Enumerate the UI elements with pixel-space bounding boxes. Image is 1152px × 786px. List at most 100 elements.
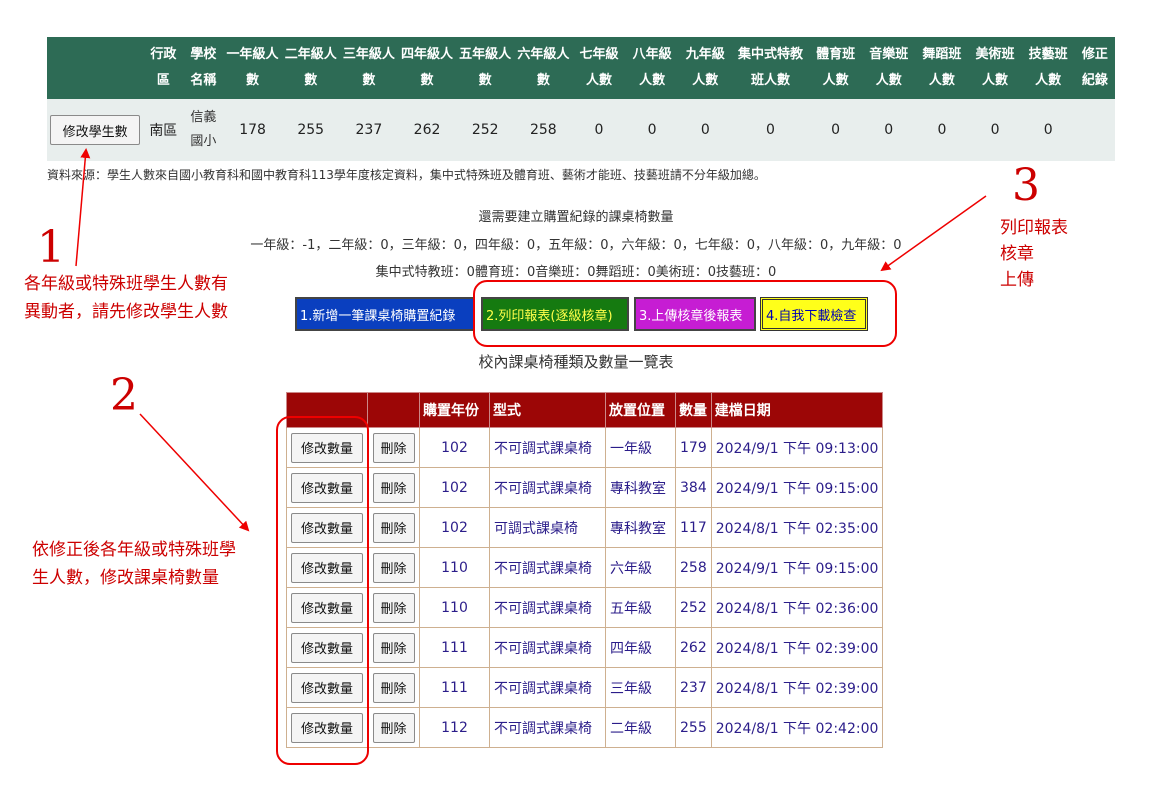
desk-type-cell: 不可調式課桌椅: [489, 427, 606, 468]
summary-header-8: 六年級人數: [514, 37, 573, 99]
delete-cell: 刪除: [367, 427, 420, 468]
created-date-cell: 2024/8/1 下午 02:35:00: [710, 507, 884, 548]
desk-type-cell: 不可調式課桌椅: [489, 467, 606, 508]
annotation-note-3-line-3: 上傳: [1000, 270, 1034, 290]
location-cell: 四年級: [605, 627, 676, 668]
summary-header-18: 修正紀錄: [1074, 37, 1115, 99]
edit-cell: 修改學生數: [47, 99, 144, 161]
annotation-number-2: 2: [110, 370, 138, 421]
location-cell: 三年級: [605, 667, 676, 708]
delete-cell: 刪除: [367, 707, 420, 748]
location-cell: 一年級: [605, 427, 676, 468]
annotation-box-actions: [473, 280, 897, 347]
revision-record-cell: [1074, 99, 1115, 161]
created-date-cell: 2024/8/1 下午 02:39:00: [710, 667, 884, 708]
purchase-year-cell: 111: [419, 627, 490, 668]
student-count-cell: 258: [514, 99, 573, 161]
summary-header-16: 美術班人數: [968, 37, 1022, 99]
summary-header-2: 學校名稱: [183, 37, 224, 99]
edit-student-count-button[interactable]: 修改學生數: [50, 115, 141, 145]
location-cell: 專科教室: [605, 467, 676, 508]
student-count-cell: 0: [915, 99, 969, 161]
desk-header-4: 放置位置: [605, 392, 676, 428]
annotation-number-3: 3: [1012, 160, 1040, 211]
remaining-grade-counts: 一年級：-1，二年級：0，三年級：0，四年級：0，五年級：0，六年級：0，七年級…: [250, 238, 902, 253]
table-row: 修改數量 刪除 102 不可調式課桌椅 一年級 179 2024/9/1 下午 09:13:…: [286, 427, 884, 468]
desk-table-body: 修改數量 刪除 102 不可調式課桌椅 一年級 179 2024/9/1 下午 09:13:…: [286, 427, 884, 748]
quantity-cell: 179: [675, 427, 712, 468]
desk-table-header-row: 購置年份 型式 放置位置 數量 建檔日期: [286, 392, 884, 428]
annotation-note-3-line-2: 核章: [1000, 244, 1034, 264]
summary-header-10: 八年級人數: [625, 37, 679, 99]
data-source-note: 資料來源：學生人數來自國小教育科和國中教育科113學年度核定資料，集中式特殊班及…: [47, 168, 766, 182]
location-cell: 六年級: [605, 547, 676, 588]
summary-header-4: 二年級人數: [281, 37, 340, 99]
desk-type-cell: 不可調式課桌椅: [489, 587, 606, 628]
delete-cell: 刪除: [367, 467, 420, 508]
delete-cell: 刪除: [367, 547, 420, 588]
delete-button[interactable]: 刪除: [372, 512, 415, 543]
student-count-cell: 0: [731, 99, 810, 161]
annotation-note-2-line-2: 生人數，修改課桌椅數量: [32, 568, 219, 588]
annotation-number-1: 1: [37, 222, 65, 273]
table-row: 修改數量 刪除 110 不可調式課桌椅 六年級 258 2024/9/1 下午 09:15:…: [286, 547, 884, 588]
purchase-year-cell: 112: [419, 707, 490, 748]
summary-header-15: 舞蹈班人數: [915, 37, 969, 99]
created-date-cell: 2024/8/1 下午 02:39:00: [710, 627, 884, 668]
created-date-cell: 2024/9/1 下午 09:15:00: [710, 547, 884, 588]
annotation-box-modify-column: [276, 416, 369, 765]
summary-header-9: 七年級人數: [572, 37, 626, 99]
quantity-cell: 252: [675, 587, 712, 628]
student-count-cell: 0: [1021, 99, 1075, 161]
purchase-year-cell: 110: [419, 547, 490, 588]
delete-button[interactable]: 刪除: [372, 432, 415, 463]
summary-header-6: 四年級人數: [397, 37, 457, 99]
delete-button[interactable]: 刪除: [372, 552, 415, 583]
quantity-cell: 117: [675, 507, 712, 548]
created-date-cell: 2024/8/1 下午 02:42:00: [710, 707, 884, 748]
delete-button[interactable]: 刪除: [372, 632, 415, 663]
desk-list-title: 校內課桌椅種類及數量一覽表: [478, 353, 674, 371]
desk-type-cell: 不可調式課桌椅: [489, 707, 606, 748]
add-purchase-record-button[interactable]: 1.新增一筆課桌椅購置紀錄: [295, 297, 475, 331]
student-count-cell: 252: [456, 99, 515, 161]
purchase-year-cell: 102: [419, 427, 490, 468]
district-cell: 南區: [143, 99, 184, 161]
desk-header-2: 購置年份: [419, 392, 490, 428]
school-name-cell: 信義國小: [183, 99, 224, 161]
desk-type-cell: 不可調式課桌椅: [489, 667, 606, 708]
summary-header-14: 音樂班人數: [862, 37, 916, 99]
created-date-cell: 2024/9/1 下午 09:15:00: [710, 467, 884, 508]
annotation-arrow-2: [139, 413, 250, 532]
student-count-cell: 0: [572, 99, 626, 161]
created-date-cell: 2024/8/1 下午 02:36:00: [710, 587, 884, 628]
summary-header-7: 五年級人數: [456, 37, 515, 99]
location-cell: 五年級: [605, 587, 676, 628]
table-row: 修改數量 刪除 112 不可調式課桌椅 二年級 255 2024/8/1 下午 02:42:…: [286, 707, 884, 748]
delete-button[interactable]: 刪除: [372, 712, 415, 743]
quantity-cell: 262: [675, 627, 712, 668]
student-count-header-row: 行政區 學校名稱 一年級人數 二年級人數 三年級人數 四年級人數 五年級人數 六年級人數 七年級…: [47, 37, 1115, 99]
desk-type-cell: 不可調式課桌椅: [489, 547, 606, 588]
student-count-cell: 255: [281, 99, 340, 161]
annotation-note-1-line-2: 異動者，請先修改學生人數: [24, 302, 228, 322]
desk-type-cell: 不可調式課桌椅: [489, 627, 606, 668]
quantity-cell: 255: [675, 707, 712, 748]
delete-cell: 刪除: [367, 587, 420, 628]
location-cell: 專科教室: [605, 507, 676, 548]
delete-button[interactable]: 刪除: [372, 472, 415, 503]
remaining-title: 還需要建立購置紀錄的課桌椅數量: [478, 210, 674, 225]
desk-type-cell: 可調式課桌椅: [489, 507, 606, 548]
summary-header-0: [47, 37, 144, 99]
delete-cell: 刪除: [367, 667, 420, 708]
delete-button[interactable]: 刪除: [372, 672, 415, 703]
summary-header-5: 三年級人數: [339, 37, 398, 99]
student-count-cell: 0: [678, 99, 732, 161]
student-count-cell: 0: [968, 99, 1022, 161]
student-count-cell: 0: [862, 99, 916, 161]
delete-button[interactable]: 刪除: [372, 592, 415, 623]
annotation-note-1-line-1: 各年級或特殊班學生人數有: [24, 274, 228, 294]
created-date-cell: 2024/9/1 下午 09:13:00: [710, 427, 884, 468]
table-row: 修改數量 刪除 110 不可調式課桌椅 五年級 252 2024/8/1 下午 02:36:…: [286, 587, 884, 628]
student-count-cell: 178: [223, 99, 282, 161]
